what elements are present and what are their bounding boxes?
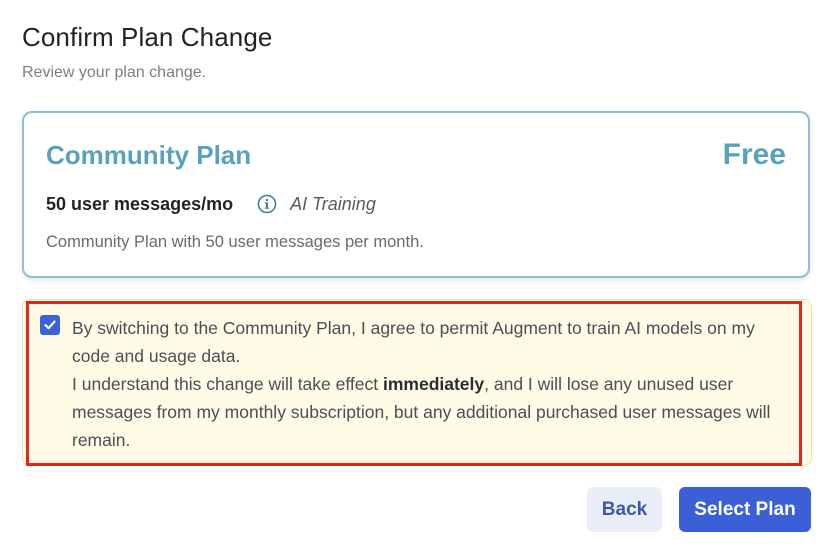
consent-line-1: By switching to the Community Plan, I ag… xyxy=(72,318,755,366)
consent-text: By switching to the Community Plan, I ag… xyxy=(72,314,797,454)
feature-ai-training: AI Training xyxy=(290,193,376,214)
plan-price: Free xyxy=(722,138,786,171)
info-circle-icon[interactable] xyxy=(257,194,277,214)
plan-card: Community Plan Free 50 user messages/mo … xyxy=(22,111,810,278)
consent-line-2: I understand this change will take effec… xyxy=(72,374,771,450)
consent-emphasis: immediately xyxy=(382,374,485,394)
consent-checkbox[interactable] xyxy=(40,315,60,335)
back-button[interactable]: Back xyxy=(587,487,662,532)
dialog-subtitle: Review your plan change. xyxy=(22,64,207,81)
plan-features: 50 user messages/mo AI Training xyxy=(46,192,376,216)
confirm-plan-dialog: Confirm Plan Change Review your plan cha… xyxy=(0,0,832,555)
plan-name: Community Plan xyxy=(46,140,252,170)
feature-messages: 50 user messages/mo xyxy=(46,193,234,214)
dialog-title: Confirm Plan Change xyxy=(22,22,273,52)
checkmark-icon xyxy=(44,320,56,330)
select-plan-button[interactable]: Select Plan xyxy=(679,487,811,532)
plan-description: Community Plan with 50 user messages per… xyxy=(46,233,424,251)
